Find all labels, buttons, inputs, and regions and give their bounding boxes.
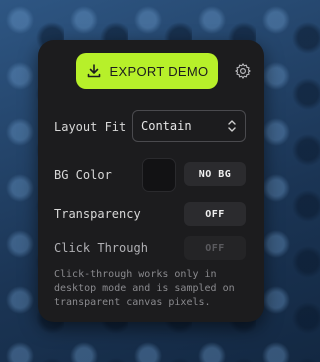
layout-fit-select[interactable]: Contain: [132, 110, 246, 142]
export-demo-label: EXPORT DEMO: [109, 63, 209, 79]
gear-icon[interactable]: [234, 62, 252, 80]
transparency-label: Transparency: [54, 207, 141, 221]
download-icon: [87, 64, 100, 78]
click-through-note: Click-through works only in desktop mode…: [54, 269, 235, 308]
layout-fit-label: Layout Fit: [54, 120, 127, 134]
bg-color-swatch[interactable]: [142, 158, 176, 192]
no-bg-button[interactable]: NO BG: [184, 162, 246, 186]
transparency-toggle[interactable]: OFF: [184, 202, 246, 226]
bg-color-label: BG Color: [54, 168, 112, 182]
export-demo-button[interactable]: EXPORT DEMO: [76, 53, 218, 89]
settings-panel: EXPORT DEMO Layout Fit Contain BG Color …: [38, 40, 264, 322]
chevron-up-down-icon: [228, 120, 236, 132]
layout-fit-value: Contain: [141, 119, 192, 133]
click-through-toggle[interactable]: OFF: [184, 236, 246, 260]
click-through-label: Click Through: [54, 241, 148, 255]
